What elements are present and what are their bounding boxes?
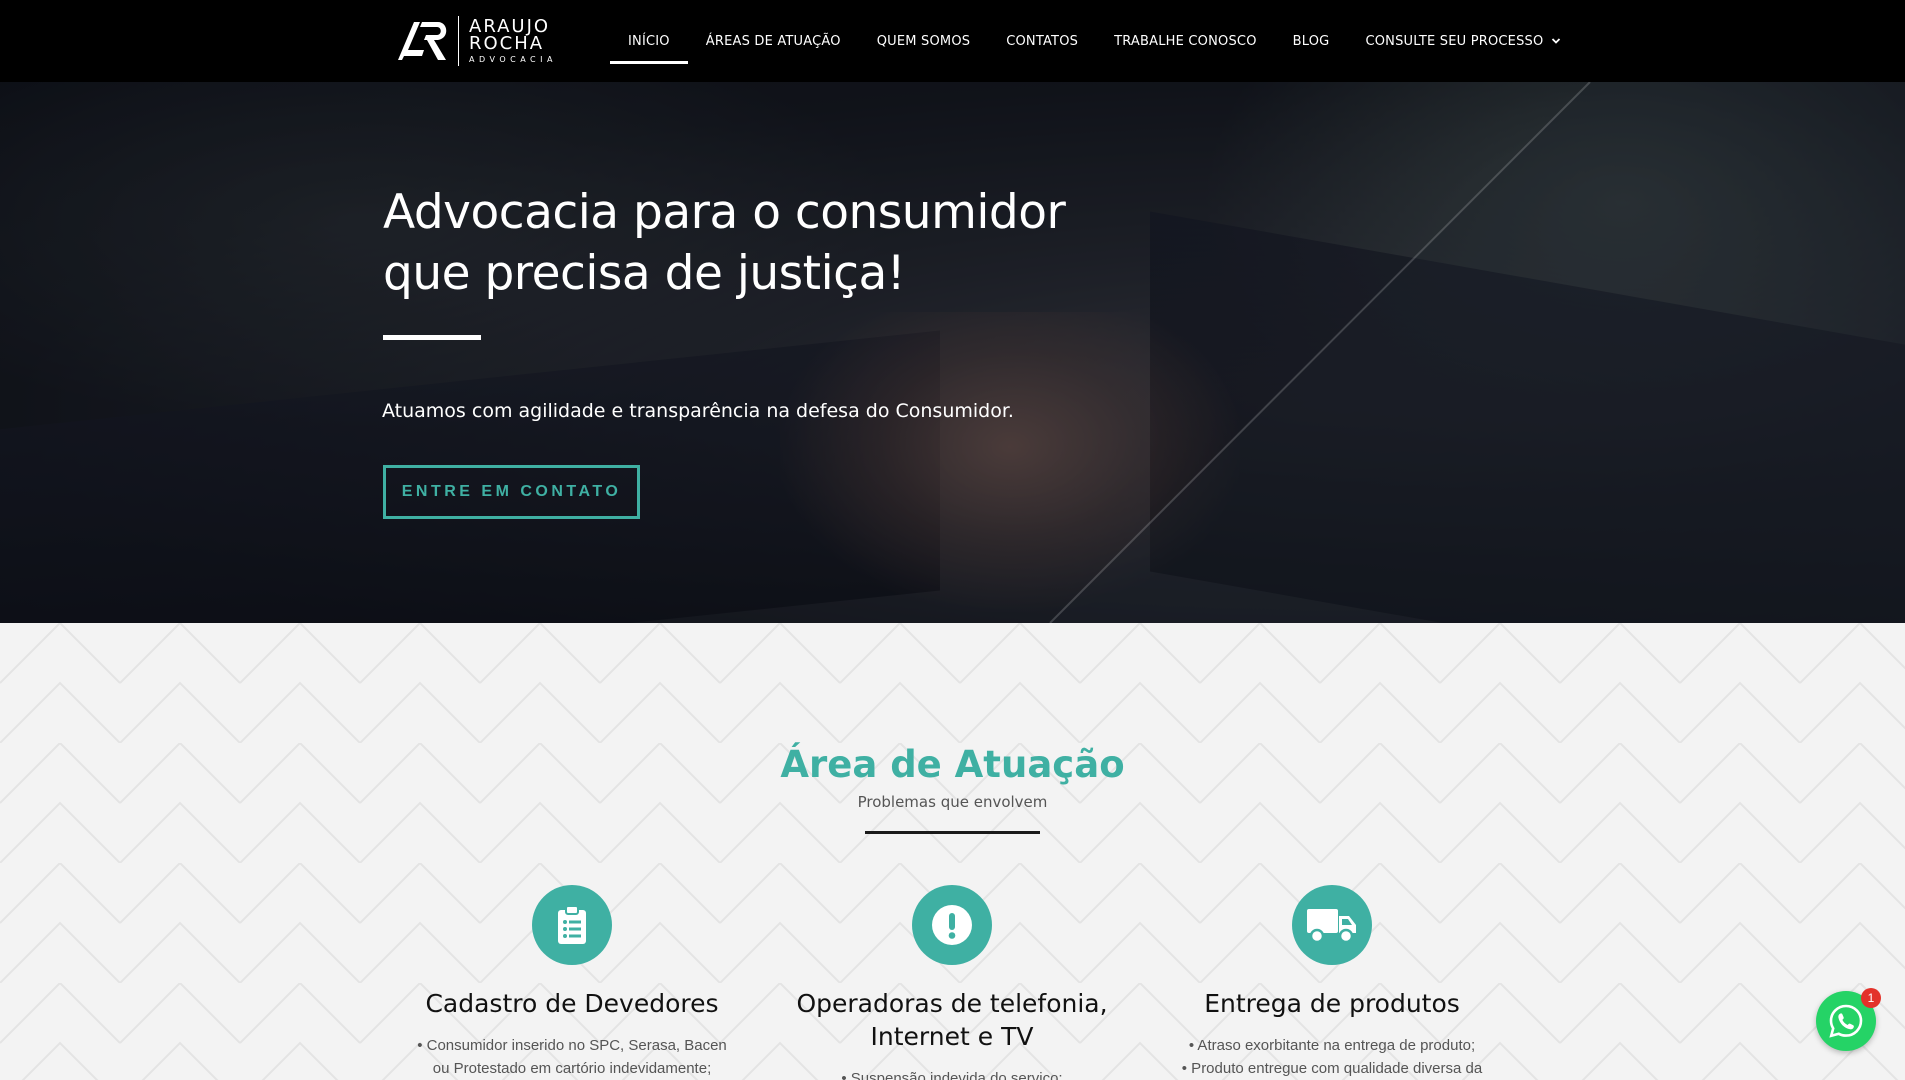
whatsapp-icon [1829,1004,1863,1038]
logo-mark-icon [398,22,447,60]
nav-item-inicio[interactable]: INÍCIO [610,0,688,82]
card-title-line1: Operadoras de telefonia, [796,989,1108,1018]
logo-divider [458,16,459,66]
area-divider [865,831,1040,834]
nav-item-trabalhe-conosco[interactable]: TRABALHE CONOSCO [1096,0,1275,82]
card-text: • Atraso exorbitante na entrega de produ… [1167,1034,1497,1080]
card-title: Entrega de produtos [1167,987,1497,1020]
hero-section: Advocacia para o consumidor que precisa … [0,82,1905,623]
notification-badge: 1 [1861,988,1881,1008]
clipboard-list-icon [532,885,612,965]
card-text: • Suspensão indevida do serviço; [787,1067,1117,1080]
card-text-line: • Atraso exorbitante na entrega de produ… [1188,1037,1476,1054]
card-title: Operadoras de telefonia, Internet e TV [787,987,1117,1053]
area-title: Área de Atuação [780,743,1125,786]
card-title-line2: Internet e TV [870,1022,1034,1051]
hero-title-line1: Advocacia para o consumidor [383,185,1066,240]
card-title-line1: Entrega de produtos [1204,989,1460,1018]
logo-text: ARAUJO ROCHA ADVOCACIA [469,18,557,65]
nav-item-areas-de-atuacao[interactable]: ÁREAS DE ATUAÇÃO [688,0,859,82]
card-text-line: ou Protestado em cartório indevidamente; [432,1060,712,1077]
card-title: Cadastro de Devedores [407,987,737,1020]
logo[interactable]: ARAUJO ROCHA ADVOCACIA [394,14,557,68]
site-header: ARAUJO ROCHA ADVOCACIA INÍCIO ÁREAS DE A… [0,0,1905,82]
logo-line-rocha: ROCHA [469,33,545,54]
truck-icon [1292,885,1372,965]
nav-item-contatos[interactable]: CONTATOS [988,0,1096,82]
area-section: Área de Atuação Problemas que envolvem C… [0,623,1905,1080]
hero-diagonal-overlay [1049,82,1905,623]
logo-line-advocacia: ADVOCACIA [469,55,557,64]
hero-subtitle: Atuamos com agilidade e transparência na… [382,400,1014,422]
nav-item-consulte-seu-processo[interactable]: CONSULTE SEU PROCESSO [1347,0,1579,82]
area-subtitle: Problemas que envolvem [857,793,1048,811]
card-text: • Consumidor inserido no SPC, Serasa, Ba… [407,1034,737,1080]
chevron-down-icon [1552,38,1561,44]
nav-item-consulte-label: CONSULTE SEU PROCESSO [1365,33,1544,49]
contact-cta-button[interactable]: ENTRE EM CONTATO [383,465,640,519]
card-text-line: • Consumidor inserido no SPC, Serasa, Ba… [417,1037,727,1054]
exclamation-circle-icon [912,885,992,965]
card-title-line1: Cadastro de Devedores [425,989,719,1018]
hero-divider [383,335,481,340]
nav-item-blog[interactable]: BLOG [1275,0,1348,82]
card-operadoras-telefonia: Operadoras de telefonia, Internet e TV •… [787,885,1117,1080]
card-text-line: • Produto entregue com qualidade diversa… [1181,1060,1483,1077]
card-entrega-produtos: Entrega de produtos • Atraso exorbitante… [1167,885,1497,1080]
hero-title-line2: que precisa de justiça! [383,246,906,301]
hero-title: Advocacia para o consumidor que precisa … [383,182,1083,304]
card-text-line: • Suspensão indevida do serviço; [841,1070,1063,1080]
main-nav: INÍCIO ÁREAS DE ATUAÇÃO QUEM SOMOS CONTA… [610,0,1579,82]
nav-item-quem-somos[interactable]: QUEM SOMOS [859,0,989,82]
card-cadastro-devedores: Cadastro de Devedores • Consumidor inser… [407,885,737,1080]
